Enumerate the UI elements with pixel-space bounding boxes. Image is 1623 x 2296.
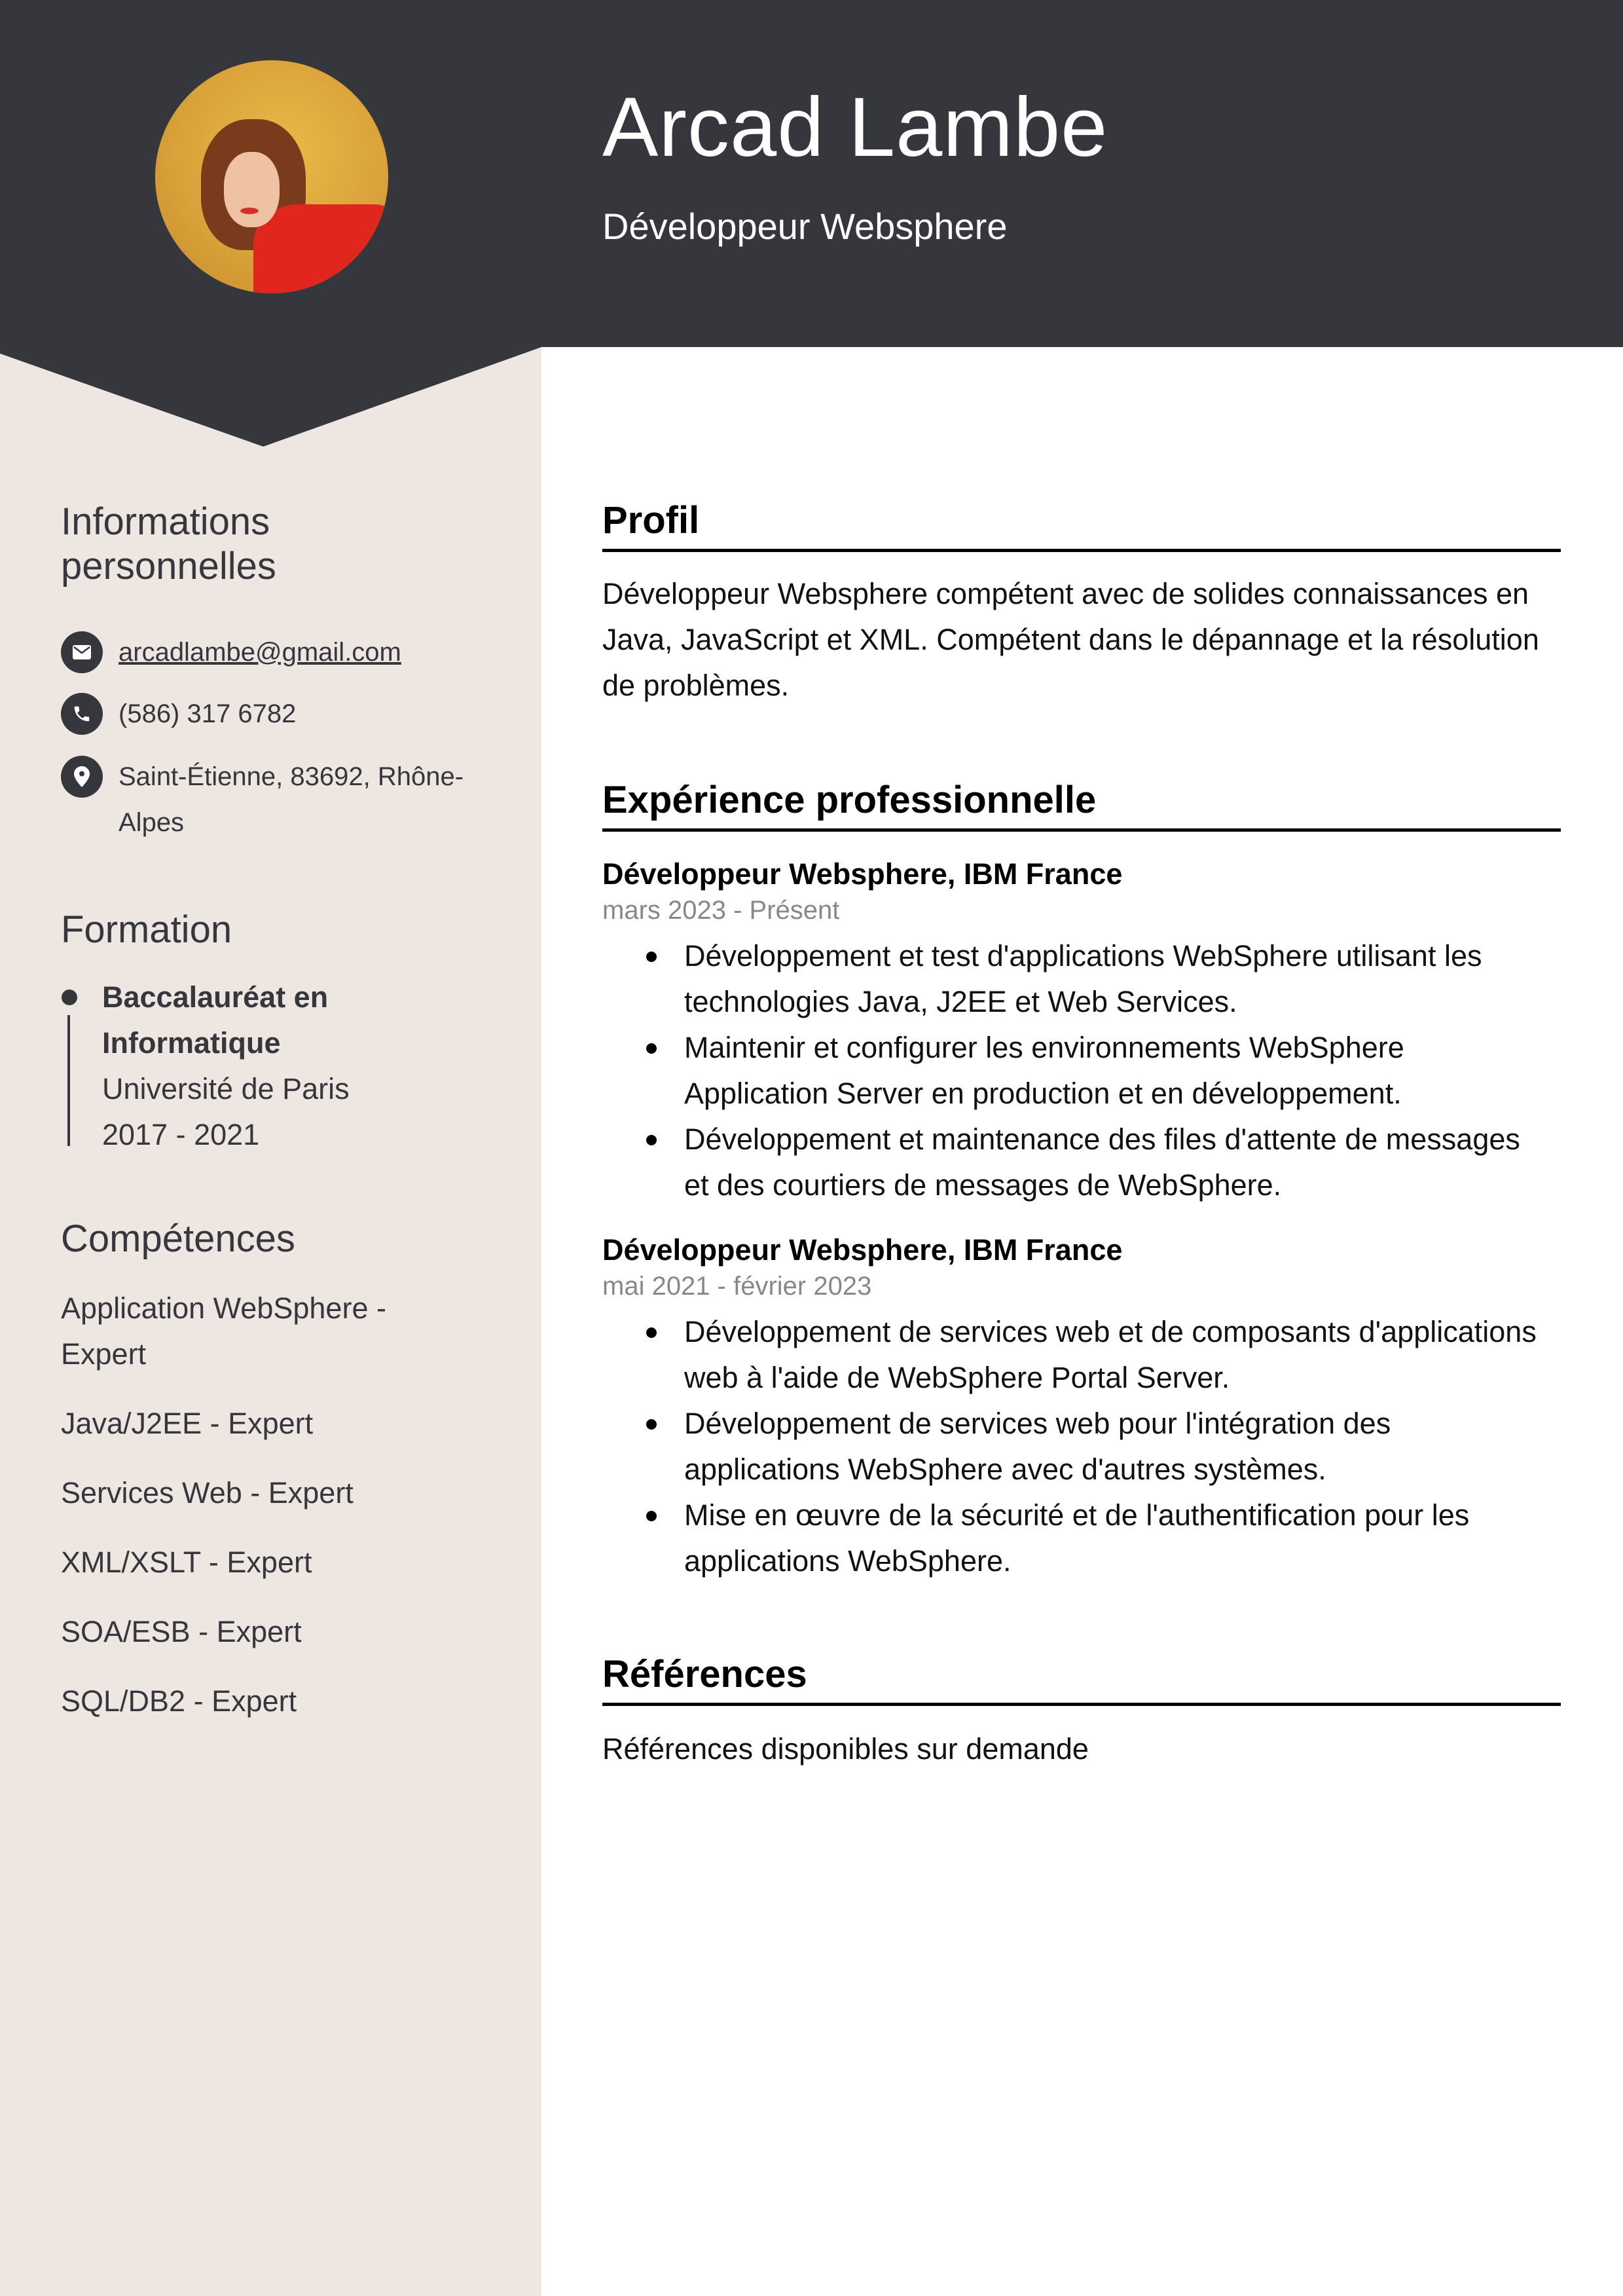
envelope-icon [61,631,103,673]
job-title: Développeur Websphere, IBM France [602,857,1123,891]
map-pin-icon [61,756,103,798]
phone-number: (586) 317 6782 [119,699,297,728]
profile-line: de problèmes. [602,669,790,702]
skills-heading: Compétences [61,1217,295,1260]
job-bullets: Développement de services web et de comp… [602,1309,1565,1584]
skills-list: Application WebSphere - Expert Java/J2EE… [61,1286,454,1748]
email-link[interactable]: arcadlambe@gmail.com [119,629,401,675]
job-bullet: Développement et test d'applications Web… [602,933,1565,1025]
degree-line1: Baccalauréat en [102,980,329,1014]
contact-phone: (586) 317 6782 [61,693,296,737]
job-title: Développeur Websphere, IBM France [602,1233,1123,1267]
phone-icon [61,693,103,735]
skill-item: Services Web - Expert [61,1476,354,1509]
timeline-line [67,1015,70,1146]
profile-line: Développeur Websphere compétent avec de … [602,577,1529,610]
education-item: Baccalauréat en Informatique Université … [102,974,469,1158]
job-bullet: Développement de services web et de comp… [602,1309,1565,1401]
skill-item: SOA/ESB - Expert [61,1615,302,1648]
profile-heading: Profil [602,498,1561,552]
skill-item: SQL/DB2 - Expert [61,1684,297,1718]
contact-address: Saint-Étienne, 83692, Rhône- Alpes [61,756,464,845]
job-dates: mars 2023 - Présent [602,896,840,925]
address-line2: Alpes [119,808,185,837]
job-bullet: Maintenir et configurer les environnemen… [602,1025,1565,1117]
skill-item-line1: Application WebSphere - [61,1291,386,1325]
skill-item: Java/J2EE - Expert [61,1407,314,1440]
skill-item-line2: Expert [61,1337,147,1371]
job-bullet: Développement de services web pour l'int… [602,1401,1565,1492]
degree-line2: Informatique [102,1026,281,1060]
contact-email[interactable]: arcadlambe@gmail.com [61,631,401,675]
profile-line: Java, JavaScript et XML. Compétent dans … [602,623,1539,656]
profile-photo [155,60,388,293]
school-name: Université de Paris [102,1072,350,1105]
personal-info-heading-line2: personnelles [61,545,276,587]
skills-section: Compétences [61,1217,480,1261]
address: Saint-Étienne, 83692, Rhône- Alpes [119,754,464,845]
education-heading: Formation [61,908,232,951]
skill-item: Application WebSphere - Expert [61,1286,454,1377]
education-years: 2017 - 2021 [102,1118,260,1151]
references-heading: Références [602,1652,1561,1706]
job-bullets: Développement et test d'applications Web… [602,933,1565,1208]
education-section: Formation [61,908,480,952]
skill-item: XML/XSLT - Expert [61,1546,312,1579]
candidate-name: Arcad Lambe [602,81,1108,174]
job-dates: mai 2021 - février 2023 [602,1272,872,1301]
job-bullet: Mise en œuvre de la sécurité et de l'aut… [602,1492,1565,1584]
experience-heading: Expérience professionnelle [602,777,1561,832]
references-text: Références disponibles sur demande [602,1732,1089,1766]
personal-info-heading: Informations personnelles [61,500,480,589]
profile-summary: Développeur Websphere compétent avec de … [602,571,1561,709]
timeline-dot [62,990,77,1005]
job-bullet: Développement et maintenance des files d… [602,1117,1565,1208]
address-line1: Saint-Étienne, 83692, Rhône- [119,762,464,791]
candidate-job-title: Développeur Websphere [602,206,1008,247]
header-chevron [0,347,541,447]
personal-info-heading-line1: Informations [61,500,270,543]
